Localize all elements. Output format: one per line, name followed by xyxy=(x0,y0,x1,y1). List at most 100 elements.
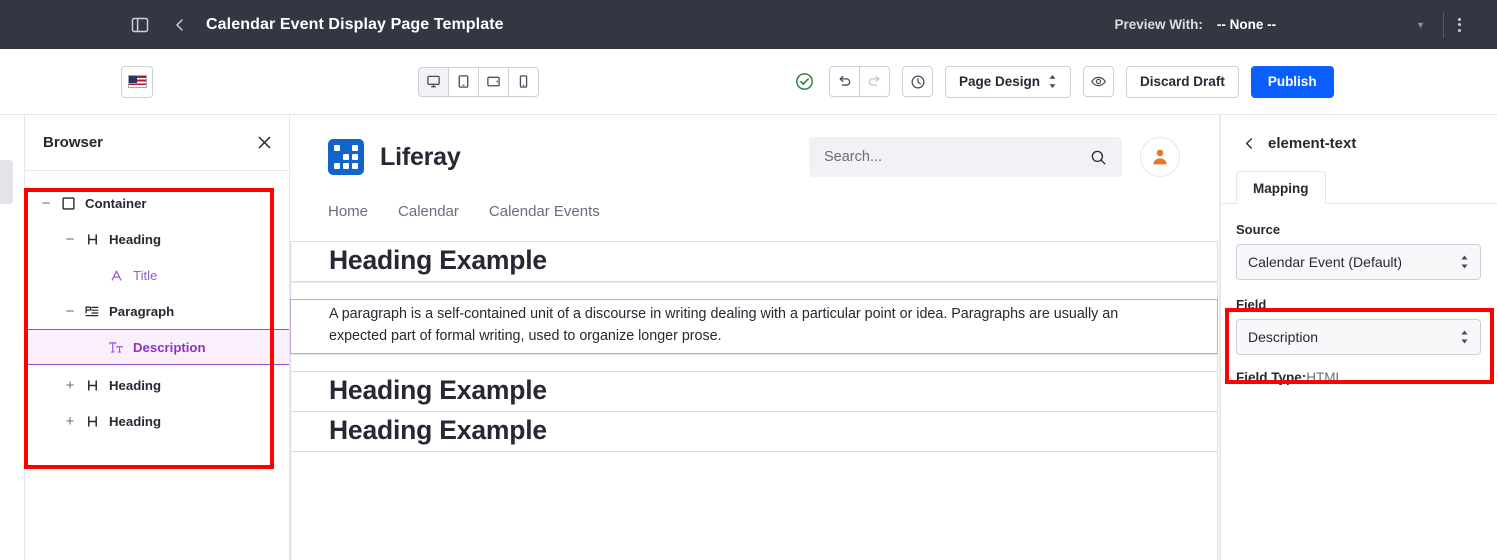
fragment-empty-area[interactable] xyxy=(290,451,1218,560)
search-input[interactable] xyxy=(824,149,1090,165)
mapping-form: Source Calendar Event (Default) Field De… xyxy=(1220,204,1497,385)
mapping-panel-header: element-text xyxy=(1220,115,1497,171)
tree-item-label: Description xyxy=(133,339,206,355)
tree-item-title[interactable]: Title xyxy=(25,257,289,293)
updown-caret-icon xyxy=(1460,255,1469,269)
preview-with-value[interactable]: -- None -- xyxy=(1217,17,1276,32)
field-select[interactable]: Description xyxy=(1236,319,1481,355)
site-navigation: Home Calendar Calendar Events xyxy=(290,177,1218,220)
collapse-toggle-icon[interactable]: − xyxy=(59,231,81,248)
undo-icon[interactable] xyxy=(829,66,860,97)
preview-with-label: Preview With: xyxy=(1114,17,1203,32)
text-a-icon xyxy=(105,269,127,282)
device-preview-group xyxy=(418,66,539,97)
paragraph-text: A paragraph is a self-contained unit of … xyxy=(329,306,1119,344)
tree-item-label: Heading xyxy=(109,413,162,429)
mapping-panel: element-text Mapping Source Calendar Eve… xyxy=(1219,115,1497,560)
panel-resize-handle[interactable] xyxy=(0,160,13,204)
user-avatar-icon[interactable] xyxy=(1140,137,1180,177)
site-header: Liferay xyxy=(290,115,1218,177)
browser-panel: Browser − Container − Heading Title − Pa… xyxy=(24,115,290,560)
fragment-paragraph[interactable]: A paragraph is a self-contained unit of … xyxy=(290,299,1218,354)
site-brand-name: Liferay xyxy=(380,142,461,171)
container-icon xyxy=(57,196,79,210)
fragment-heading-3[interactable]: Heading Example xyxy=(290,411,1218,453)
expand-toggle-icon[interactable]: + xyxy=(59,413,81,430)
fragment-content-area: Heading Example A paragraph is a self-co… xyxy=(290,241,1218,560)
chevron-left-icon[interactable] xyxy=(1236,136,1262,151)
liferay-logo-icon xyxy=(328,139,364,175)
vertical-dots-icon[interactable] xyxy=(1458,17,1461,32)
nav-item-calendar-events[interactable]: Calendar Events xyxy=(489,203,600,220)
search-icon[interactable] xyxy=(1090,149,1107,166)
fragment-heading-2[interactable]: Heading Example xyxy=(290,371,1218,413)
paragraph-block: A paragraph is a self-contained unit of … xyxy=(329,300,1179,353)
tablet-landscape-icon[interactable] xyxy=(478,66,509,97)
mobile-icon[interactable] xyxy=(508,66,539,97)
clock-history-icon[interactable] xyxy=(902,66,933,97)
tree-item-label: Heading xyxy=(109,377,162,393)
fragment-tree: − Container − Heading Title − Paragraph … xyxy=(25,171,289,439)
tree-item-container[interactable]: − Container xyxy=(25,185,289,221)
nav-item-calendar[interactable]: Calendar xyxy=(398,203,459,220)
nav-item-home[interactable]: Home xyxy=(328,203,368,220)
collapse-toggle-icon[interactable]: − xyxy=(59,303,81,320)
us-flag-icon[interactable] xyxy=(121,65,153,98)
top-application-bar: Calendar Event Display Page Template Pre… xyxy=(0,0,1497,49)
search-box[interactable] xyxy=(809,137,1122,177)
heading-text: Heading Example xyxy=(329,375,547,405)
eye-icon[interactable] xyxy=(1083,66,1115,97)
source-select-value: Calendar Event (Default) xyxy=(1248,254,1403,270)
expand-toggle-icon[interactable]: + xyxy=(59,377,81,394)
source-label: Source xyxy=(1236,222,1281,237)
page-title: Calendar Event Display Page Template xyxy=(206,15,504,33)
page-root: Calendar Event Display Page Template Pre… xyxy=(0,0,1497,560)
publish-button[interactable]: Publish xyxy=(1250,65,1334,98)
updown-caret-icon xyxy=(1460,330,1469,344)
redo-icon[interactable] xyxy=(859,66,890,97)
heading-icon xyxy=(81,233,103,246)
tree-item-description[interactable]: Description xyxy=(25,329,289,365)
source-select[interactable]: Calendar Event (Default) xyxy=(1236,244,1481,280)
field-select-value: Description xyxy=(1248,329,1319,345)
discard-draft-button[interactable]: Discard Draft xyxy=(1126,65,1239,98)
browser-panel-title: Browser xyxy=(43,134,104,151)
tree-item-heading-3[interactable]: + Heading xyxy=(25,403,289,439)
tab-mapping[interactable]: Mapping xyxy=(1236,171,1326,204)
topbar-right-group: Preview With: -- None -- ▼ xyxy=(1114,0,1497,49)
page-design-label: Page Design xyxy=(959,74,1041,89)
field-type-value: HTML xyxy=(1306,370,1344,385)
page-design-button[interactable]: Page Design xyxy=(945,65,1072,98)
toolbar-divider xyxy=(1443,11,1444,38)
tree-item-label: Title xyxy=(133,267,158,283)
editor-toolbar: Page Design Discard Draft Publish xyxy=(0,49,1497,115)
mapping-tabs: Mapping xyxy=(1220,171,1497,204)
collapse-toggle-icon[interactable]: − xyxy=(35,195,57,212)
updown-caret-icon xyxy=(1048,75,1057,88)
tablet-icon[interactable] xyxy=(448,66,479,97)
rich-text-icon xyxy=(105,341,127,354)
undo-redo-group xyxy=(829,66,890,97)
flag-graphic xyxy=(127,75,147,88)
caret-down-icon[interactable]: ▼ xyxy=(1416,20,1425,30)
tree-item-heading-2[interactable]: + Heading xyxy=(25,367,289,403)
back-button[interactable] xyxy=(164,9,196,41)
fragment-heading-1[interactable]: Heading Example xyxy=(290,241,1218,283)
tree-item-label: Paragraph xyxy=(109,303,175,319)
browser-panel-header: Browser xyxy=(25,115,289,171)
tree-item-heading-1[interactable]: − Heading xyxy=(25,221,289,257)
fragment-spacer xyxy=(290,282,1218,301)
mapping-panel-title: element-text xyxy=(1268,134,1357,152)
sidebar-panel-icon[interactable] xyxy=(124,9,156,41)
site-header-right xyxy=(809,137,1180,177)
fragment-spacer xyxy=(290,354,1218,372)
heading-text: Heading Example xyxy=(329,245,547,275)
tree-item-paragraph[interactable]: − Paragraph xyxy=(25,293,289,329)
desktop-icon[interactable] xyxy=(418,66,449,97)
page-canvas: Liferay Search... Home Calendar Calendar… xyxy=(290,115,1218,560)
field-label: Field xyxy=(1236,297,1267,312)
close-icon[interactable] xyxy=(256,134,273,151)
field-type-row: Field Type:HTML xyxy=(1236,370,1481,385)
heading-icon xyxy=(81,415,103,428)
toolbar-actions: Page Design Discard Draft Publish xyxy=(795,65,1334,98)
